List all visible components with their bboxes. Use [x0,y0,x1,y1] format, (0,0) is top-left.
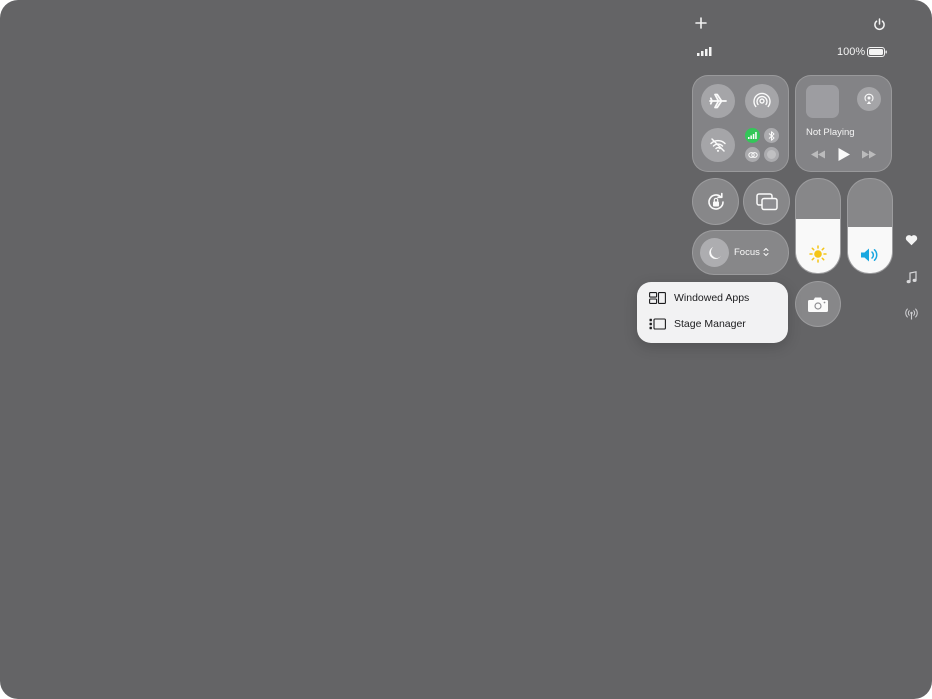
personal-hotspot-button[interactable] [745,147,760,162]
speaker-icon [848,247,892,263]
cellular-data-icon [748,132,757,139]
airplane-mode-button[interactable] [701,84,735,118]
focus-label: Focus [734,247,760,258]
moon-icon [708,246,721,259]
airplay-audio-button[interactable] [857,87,881,111]
rewind-icon[interactable] [810,150,826,159]
stage-manager-label: Stage Manager [674,318,746,330]
connectivity-module [692,75,789,172]
camera-icon [808,297,828,312]
bluetooth-icon [768,130,775,141]
menu-item-windowed-apps[interactable]: Windowed Apps [649,292,749,304]
control-center-screen: 100% Not Playing Focus Windowed Apps Sta… [0,0,932,699]
power-icon[interactable] [873,18,886,31]
rotation-lock-icon [707,192,724,210]
brightness-slider[interactable] [795,178,841,274]
focus-button[interactable]: Focus [692,230,789,275]
windowed-apps-label: Windowed Apps [674,292,750,304]
camera-button[interactable] [795,281,841,327]
volume-slider[interactable] [847,178,893,274]
not-playing-label: Not Playing [806,127,855,138]
stage-manager-menu: Windowed Apps Stage Manager [637,282,788,343]
windowed-apps-icon [649,292,666,304]
heart-icon[interactable] [905,234,918,246]
focus-moon-circle [700,238,729,267]
focus-dot-icon [767,150,776,159]
cellular-data-button[interactable] [745,128,760,143]
personal-hotspot-icon [747,151,758,158]
battery-full-icon [867,47,887,57]
rotation-lock-button[interactable] [692,178,739,225]
screen-mirroring-icon [755,192,778,210]
plus-icon[interactable] [695,17,707,29]
antenna-icon[interactable] [905,308,918,320]
album-art-placeholder [806,85,839,118]
chevron-updown-icon [763,247,769,257]
now-playing-module[interactable]: Not Playing [795,75,892,172]
fast-forward-icon[interactable] [861,150,877,159]
airplay-audio-icon [864,93,874,104]
menu-item-stage-manager[interactable]: Stage Manager [649,318,746,330]
music-note-icon[interactable] [906,271,917,284]
airplane-icon [709,93,727,109]
stage-manager-icon [649,318,666,330]
airdrop-button[interactable] [745,84,779,118]
battery-percentage: 100% [837,46,866,58]
screen-mirroring-button[interactable] [743,178,790,225]
focus-dot-button[interactable] [764,147,779,162]
cellular-signal-icon [697,47,712,56]
airdrop-icon [753,92,771,108]
wifi-off-icon [710,138,726,152]
wifi-button[interactable] [701,128,735,162]
sun-icon [796,245,840,263]
bluetooth-button[interactable] [764,128,779,143]
play-icon[interactable] [837,147,851,162]
